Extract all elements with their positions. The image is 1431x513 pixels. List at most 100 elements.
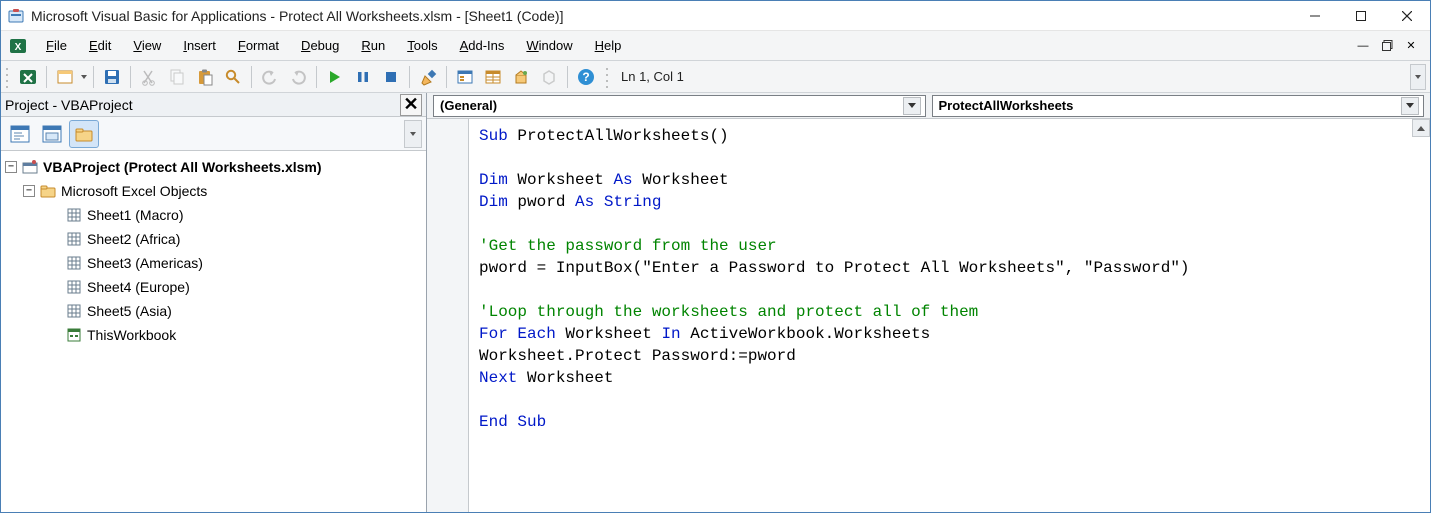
maximize-button[interactable] xyxy=(1338,1,1384,31)
mdi-minimize-button[interactable]: — xyxy=(1354,37,1372,55)
window-controls xyxy=(1292,1,1430,31)
copy-button[interactable] xyxy=(164,64,190,90)
svg-text:?: ? xyxy=(582,70,589,84)
menu-window[interactable]: Window xyxy=(515,33,583,58)
menu-edit[interactable]: Edit xyxy=(78,33,122,58)
tree-item-label: ThisWorkbook xyxy=(87,327,176,343)
redo-button[interactable] xyxy=(285,64,311,90)
run-button[interactable] xyxy=(322,64,348,90)
insert-module-dropdown[interactable] xyxy=(80,64,88,90)
insert-module-button[interactable] xyxy=(52,64,78,90)
mdi-controls: — ✕ xyxy=(1354,37,1426,55)
chevron-down-icon[interactable] xyxy=(1401,97,1419,115)
scroll-up-button[interactable] xyxy=(1412,119,1430,137)
cut-button[interactable] xyxy=(136,64,162,90)
code-toolbar: (General) ProtectAllWorksheets xyxy=(427,93,1430,119)
window-title: Microsoft Visual Basic for Applications … xyxy=(31,8,563,24)
svg-text:X: X xyxy=(15,42,22,53)
project-icon xyxy=(21,158,39,176)
procedure-combo[interactable]: ProtectAllWorksheets xyxy=(932,95,1425,117)
project-pane-title-text: Project - VBAProject xyxy=(5,97,133,113)
tree-root-label: VBAProject (Protect All Worksheets.xlsm) xyxy=(43,159,322,175)
project-explorer-pane: Project - VBAProject ✕ − VBAProject (Pro… xyxy=(1,93,427,512)
toolbox-button[interactable] xyxy=(536,64,562,90)
menu-file[interactable]: File xyxy=(35,33,78,58)
folder-icon xyxy=(39,182,57,200)
workbook-icon xyxy=(65,326,83,344)
tree-item[interactable]: Sheet1 (Macro) xyxy=(5,203,422,227)
tree-item[interactable]: ThisWorkbook xyxy=(5,323,422,347)
paste-button[interactable] xyxy=(192,64,218,90)
toggle-folders-button[interactable] xyxy=(69,120,99,148)
minimize-button[interactable] xyxy=(1292,1,1338,31)
toolbar: ? Ln 1, Col 1 xyxy=(1,61,1430,93)
tree-item[interactable]: Sheet4 (Europe) xyxy=(5,275,422,299)
project-explorer-button[interactable] xyxy=(452,64,478,90)
tree-item[interactable]: Sheet5 (Asia) xyxy=(5,299,422,323)
view-object-button[interactable] xyxy=(37,120,67,148)
worksheet-icon xyxy=(65,254,83,272)
properties-window-button[interactable] xyxy=(480,64,506,90)
menu-help[interactable]: Help xyxy=(584,33,633,58)
save-button[interactable] xyxy=(99,64,125,90)
tree-item[interactable]: Sheet2 (Africa) xyxy=(5,227,422,251)
toolbar-grip-2[interactable] xyxy=(605,65,611,89)
worksheet-icon xyxy=(65,230,83,248)
tree-item[interactable]: Sheet3 (Americas) xyxy=(5,251,422,275)
object-combo[interactable]: (General) xyxy=(433,95,926,117)
excel-icon[interactable]: X xyxy=(7,35,29,57)
project-pane-toolbar xyxy=(1,117,426,151)
object-combo-value: (General) xyxy=(440,98,903,113)
worksheet-icon xyxy=(65,206,83,224)
design-mode-button[interactable] xyxy=(415,64,441,90)
tree-root[interactable]: − VBAProject (Protect All Worksheets.xls… xyxy=(5,155,422,179)
procedure-combo-value: ProtectAllWorksheets xyxy=(939,98,1402,113)
menubar: X FileEditViewInsertFormatDebugRunToolsA… xyxy=(1,31,1430,61)
menu-insert[interactable]: Insert xyxy=(172,33,227,58)
collapse-icon[interactable]: − xyxy=(23,185,35,197)
worksheet-icon xyxy=(65,302,83,320)
close-button[interactable] xyxy=(1384,1,1430,31)
reset-button[interactable] xyxy=(378,64,404,90)
help-button[interactable]: ? xyxy=(573,64,599,90)
menu-debug[interactable]: Debug xyxy=(290,33,350,58)
chevron-down-icon[interactable] xyxy=(903,97,921,115)
toolbar-overflow-button[interactable] xyxy=(1410,64,1426,90)
tree-item-label: Sheet2 (Africa) xyxy=(87,231,180,247)
code-window: (General) ProtectAllWorksheets Sub Prote… xyxy=(427,93,1430,512)
project-pane-close-button[interactable]: ✕ xyxy=(400,94,422,116)
code-editor[interactable]: Sub ProtectAllWorksheets() Dim Worksheet… xyxy=(469,119,1430,512)
code-margin[interactable] xyxy=(427,119,469,512)
worksheet-icon xyxy=(65,278,83,296)
toolbar-grip[interactable] xyxy=(5,65,11,89)
tree-folder-label: Microsoft Excel Objects xyxy=(61,183,207,199)
find-button[interactable] xyxy=(220,64,246,90)
tree-item-label: Sheet5 (Asia) xyxy=(87,303,172,319)
vba-app-icon xyxy=(7,7,25,25)
break-button[interactable] xyxy=(350,64,376,90)
object-browser-button[interactable] xyxy=(508,64,534,90)
tree-item-label: Sheet4 (Europe) xyxy=(87,279,190,295)
vba-window: Microsoft Visual Basic for Applications … xyxy=(0,0,1431,513)
view-code-button[interactable] xyxy=(5,120,35,148)
menu-format[interactable]: Format xyxy=(227,33,290,58)
menu-tools[interactable]: Tools xyxy=(396,33,448,58)
tree-item-label: Sheet3 (Americas) xyxy=(87,255,203,271)
project-pane-title: Project - VBAProject ✕ xyxy=(1,93,426,117)
menu-add-ins[interactable]: Add-Ins xyxy=(449,33,516,58)
menu-view[interactable]: View xyxy=(122,33,172,58)
project-tree[interactable]: − VBAProject (Protect All Worksheets.xls… xyxy=(1,151,426,512)
titlebar: Microsoft Visual Basic for Applications … xyxy=(1,1,1430,31)
tree-folder[interactable]: − Microsoft Excel Objects xyxy=(5,179,422,203)
mdi-close-button[interactable]: ✕ xyxy=(1402,37,1420,55)
code-body: Sub ProtectAllWorksheets() Dim Worksheet… xyxy=(427,119,1430,512)
mdi-restore-button[interactable] xyxy=(1378,37,1396,55)
menu-run[interactable]: Run xyxy=(350,33,396,58)
cursor-position: Ln 1, Col 1 xyxy=(621,69,684,84)
main-area: Project - VBAProject ✕ − VBAProject (Pro… xyxy=(1,93,1430,512)
project-pane-scroll-button[interactable] xyxy=(404,120,422,148)
view-excel-button[interactable] xyxy=(15,64,41,90)
tree-item-label: Sheet1 (Macro) xyxy=(87,207,183,223)
undo-button[interactable] xyxy=(257,64,283,90)
collapse-icon[interactable]: − xyxy=(5,161,17,173)
